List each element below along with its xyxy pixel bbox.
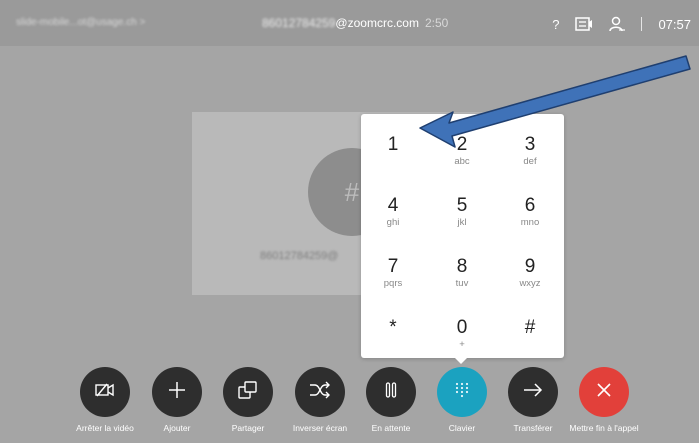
caller-info[interactable]: slide-mobile...ot@usage.ch >	[16, 17, 145, 28]
key-digit: 4	[387, 195, 399, 216]
key-digit: 1	[387, 134, 399, 155]
key-digit: #	[524, 317, 536, 338]
key-letters: wxyz	[519, 278, 541, 289]
add-button[interactable]	[152, 367, 202, 417]
key-digit: 7	[387, 256, 399, 277]
key-digit: 3	[524, 134, 536, 155]
plus-icon	[168, 381, 186, 404]
key-letters: +	[459, 339, 465, 350]
shuffle-icon	[309, 381, 331, 404]
key-digit: 0	[456, 317, 468, 338]
call-number: 86012784259@	[260, 250, 339, 262]
dialpad-key-hash[interactable]: #	[500, 317, 560, 371]
key-letters: ghi	[386, 217, 400, 228]
layout-icon[interactable]	[575, 17, 593, 31]
divider	[641, 17, 643, 31]
key-digit: 9	[524, 256, 536, 277]
clock: 07:57	[658, 16, 691, 32]
dialpad-key-5[interactable]: 5 jkl	[432, 195, 492, 249]
top-right-controls: ? 07:57	[552, 14, 691, 34]
key-digit: 8	[456, 256, 468, 277]
key-digit: 2	[456, 134, 468, 155]
key-letters: jkl	[457, 217, 467, 228]
dialpad: 1 2 abc 3 def 4 ghi 5 jkl 6 mno 7 pqrs 8…	[361, 114, 564, 358]
stop-video-button[interactable]	[80, 367, 130, 417]
dialpad-key-8[interactable]: 8 tuv	[432, 256, 492, 310]
dialpad-key-3[interactable]: 3 def	[500, 134, 560, 188]
call-domain: @zoomcrc.com	[335, 16, 419, 30]
keypad-icon	[455, 382, 469, 403]
call-number-blurred: 86012784259	[262, 16, 336, 30]
pause-icon	[385, 381, 397, 403]
top-bar: slide-mobile...ot@usage.ch > 86012784259…	[0, 0, 699, 46]
key-digit: 5	[456, 195, 468, 216]
key-letters: abc	[454, 156, 470, 167]
dialpad-key-6[interactable]: 6 mno	[500, 195, 560, 249]
end-call-button[interactable]	[579, 367, 629, 417]
key-letters: tuv	[455, 278, 469, 289]
dialpad-key-7[interactable]: 7 pqrs	[363, 256, 423, 310]
key-letters: mno	[520, 217, 540, 228]
close-icon	[596, 382, 612, 403]
dialpad-pointer	[452, 355, 470, 364]
call-timer: 2:50	[424, 16, 449, 30]
arrow-right-icon	[523, 382, 543, 402]
dialpad-key-9[interactable]: 9 wxyz	[500, 256, 560, 310]
end-call-label: Mettre fin à l'appel	[569, 423, 639, 433]
share-icon	[238, 380, 258, 404]
dialpad-key-1[interactable]: 1	[363, 134, 423, 188]
keypad-button[interactable]	[437, 367, 487, 417]
call-info: 86012784259@zoomcrc.com 2:50	[262, 16, 448, 30]
dialpad-key-star[interactable]: *	[363, 317, 423, 371]
transfer-button[interactable]	[508, 367, 558, 417]
key-letters: pqrs	[383, 278, 403, 289]
key-letters: def	[523, 156, 537, 167]
key-digit: 6	[524, 195, 536, 216]
dialpad-key-2[interactable]: 2 abc	[432, 134, 492, 188]
hold-button[interactable]	[366, 367, 416, 417]
swap-screen-button[interactable]	[295, 367, 345, 417]
key-digit: *	[389, 317, 397, 338]
participants-icon[interactable]	[609, 16, 626, 32]
share-button[interactable]	[223, 367, 273, 417]
help-icon[interactable]: ?	[552, 17, 559, 32]
dialpad-key-4[interactable]: 4 ghi	[363, 195, 423, 249]
video-off-icon	[95, 382, 115, 403]
